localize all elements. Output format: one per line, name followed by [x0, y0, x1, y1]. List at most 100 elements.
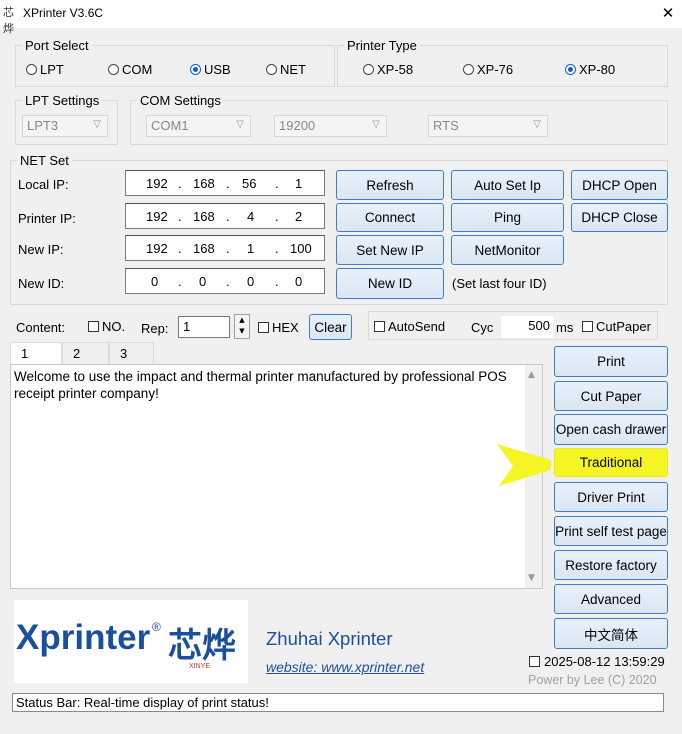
net-set-legend: NET Set — [20, 153, 69, 168]
dhcp-close-button[interactable]: DHCP Close — [571, 203, 668, 232]
rep-label: Rep: — [141, 321, 169, 336]
radio-label: XP-76 — [477, 62, 514, 77]
new-id-input[interactable]: 0. 0. 0. 0 — [125, 268, 325, 294]
radio-lpt[interactable]: LPT — [26, 62, 64, 77]
radio-com[interactable]: COM — [108, 62, 152, 77]
com-port-value: COM1 — [151, 118, 189, 133]
radio-label: USB — [204, 62, 231, 77]
printer-type-legend: Printer Type — [347, 38, 417, 53]
checkbox-label: AutoSend — [388, 319, 446, 334]
octet: 192 — [146, 176, 168, 191]
spin-down-icon[interactable]: ▼ — [235, 326, 249, 337]
radio-label: XP-58 — [377, 62, 414, 77]
checkbox-icon — [258, 322, 269, 333]
connect-button[interactable]: Connect — [336, 203, 444, 232]
radio-label: COM — [122, 62, 153, 77]
baud-rate-value: 19200 — [279, 118, 316, 133]
set-new-ip-button[interactable]: Set New IP — [336, 235, 444, 265]
scroll-down-icon[interactable]: ▼ — [528, 573, 535, 583]
printer-ip-input[interactable]: 192. 168. 4. 2 — [125, 203, 325, 229]
chevron-down-icon: ▽ — [93, 119, 101, 130]
flow-control-value: RTS — [433, 118, 459, 133]
ms-label: ms — [556, 320, 574, 335]
dhcp-open-button[interactable]: DHCP Open — [571, 170, 668, 200]
chevron-down-icon: ▽ — [533, 119, 541, 130]
new-id-label: New ID: — [18, 276, 65, 291]
netmonitor-button[interactable]: NetMonitor — [451, 235, 564, 265]
traditional-button[interactable]: Traditional — [554, 448, 668, 477]
checkbox-icon — [529, 656, 540, 667]
rep-input[interactable]: 1 — [178, 316, 230, 338]
tab-3[interactable]: 3 — [109, 342, 154, 364]
company-name: Zhuhai Xprinter — [266, 628, 393, 649]
content-label: Content: — [16, 320, 66, 335]
open-cash-drawer-button[interactable]: Open cash drawer — [554, 414, 668, 445]
octet: 192 — [146, 241, 168, 256]
radio-icon — [266, 64, 277, 75]
octet: 1 — [295, 176, 303, 191]
close-icon[interactable]: ✕ — [658, 2, 678, 24]
print-self-test-button[interactable]: Print self test page — [554, 516, 668, 546]
cyc-label: Cyc — [471, 320, 494, 335]
octet: 0 — [151, 274, 159, 289]
cut-paper-button[interactable]: Cut Paper — [554, 381, 668, 411]
flow-control-select[interactable]: RTS ▽ — [428, 115, 548, 137]
checkbox-icon — [582, 321, 593, 332]
radio-icon — [463, 64, 474, 75]
spin-up-icon[interactable]: ▲ — [235, 315, 249, 326]
radio-net[interactable]: NET — [266, 62, 306, 77]
advanced-button[interactable]: Advanced — [554, 584, 668, 614]
new-ip-label: New IP: — [18, 242, 64, 257]
tab-2[interactable]: 2 — [62, 342, 109, 364]
lpt-port-select[interactable]: LPT3 ▽ — [22, 115, 108, 137]
scroll-up-icon[interactable]: ▲ — [528, 370, 535, 380]
octet: 56 — [242, 176, 257, 191]
radio-icon — [108, 64, 119, 75]
local-ip-input[interactable]: 192. 168. 56. 1 — [125, 170, 325, 196]
language-button[interactable]: 中文简体 — [554, 618, 668, 649]
cutpaper-checkbox[interactable]: CutPaper — [582, 319, 651, 334]
radio-xp58[interactable]: XP-58 — [363, 62, 413, 77]
driver-print-button[interactable]: Driver Print — [554, 482, 668, 512]
octet: 0 — [199, 274, 207, 289]
checkbox-label: HEX — [272, 320, 299, 335]
datetime-checkbox[interactable]: 2025-08-12 13:59:29 — [529, 654, 665, 669]
content-textarea[interactable]: Welcome to use the impact and thermal pr… — [10, 364, 543, 589]
printer-ip-label: Printer IP: — [18, 211, 76, 226]
radio-xp76[interactable]: XP-76 — [463, 62, 513, 77]
octet: 168 — [193, 209, 215, 224]
checkbox-label: CutPaper — [596, 319, 651, 334]
com-settings-legend: COM Settings — [140, 93, 221, 108]
restore-factory-button[interactable]: Restore factory — [554, 550, 668, 580]
auto-set-ip-button[interactable]: Auto Set Ip — [451, 170, 564, 200]
radio-usb[interactable]: USB — [190, 62, 231, 77]
octet: 0 — [247, 274, 255, 289]
radio-label: LPT — [40, 62, 64, 77]
radio-xp80[interactable]: XP-80 — [565, 62, 615, 77]
new-ip-input[interactable]: 192. 168. 1. 100 — [125, 235, 325, 261]
no-checkbox[interactable]: NO. — [88, 319, 125, 334]
clear-button[interactable]: Clear — [309, 314, 352, 340]
com-port-select[interactable]: COM1 ▽ — [146, 115, 251, 137]
new-id-button[interactable]: New ID — [336, 268, 444, 299]
lpt-port-value: LPT3 — [27, 118, 59, 133]
tab-1[interactable]: 1 — [10, 342, 62, 364]
website-link[interactable]: website: www.xprinter.net — [266, 659, 424, 675]
cyc-input[interactable]: 500 — [501, 316, 553, 338]
content-text[interactable]: Welcome to use the impact and thermal pr… — [14, 368, 514, 402]
checkbox-label: NO. — [102, 319, 126, 334]
radio-icon — [26, 64, 37, 75]
checkbox-icon — [374, 321, 385, 332]
octet: 0 — [295, 274, 303, 289]
rep-spinner[interactable]: ▲ ▼ — [234, 314, 250, 339]
octet: 168 — [193, 241, 215, 256]
window-title: XPrinter V3.6C — [23, 6, 104, 20]
logo-brand: Xprinter — [16, 618, 151, 657]
autosend-checkbox[interactable]: AutoSend — [374, 319, 445, 334]
baud-rate-select[interactable]: 19200 ▽ — [274, 115, 387, 137]
hex-checkbox[interactable]: HEX — [258, 320, 299, 335]
logo-sub: XINYE — [189, 663, 211, 670]
refresh-button[interactable]: Refresh — [336, 170, 444, 200]
ping-button[interactable]: Ping — [451, 203, 564, 232]
print-button[interactable]: Print — [554, 346, 668, 377]
